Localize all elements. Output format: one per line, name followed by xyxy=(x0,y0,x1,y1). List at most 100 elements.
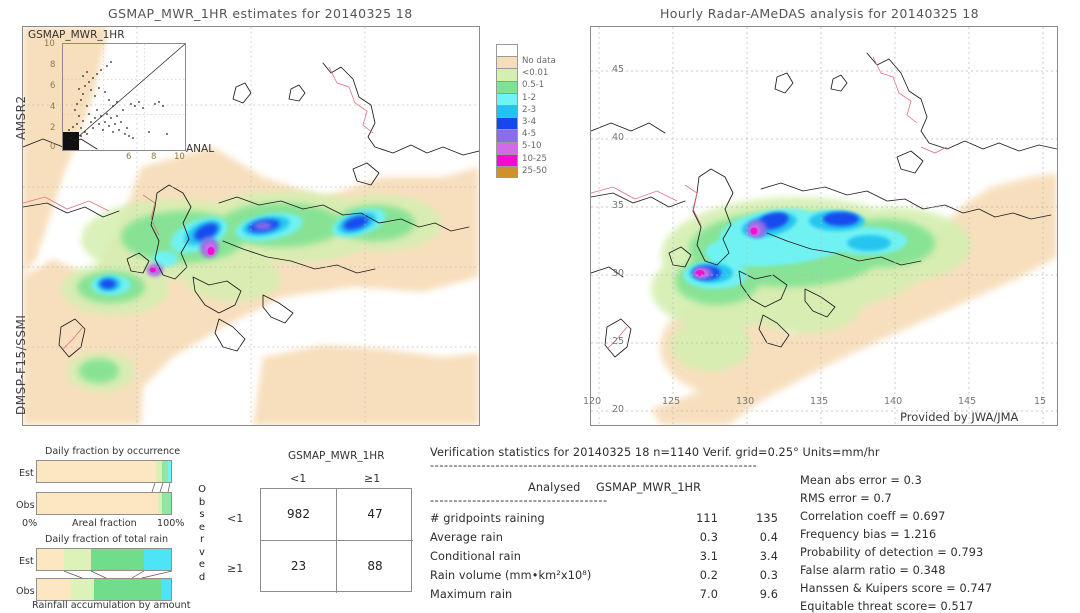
data-credit: Provided by JWA/JMA xyxy=(900,410,1019,424)
occurrence-row-label-obs: Obs xyxy=(16,500,35,511)
totalrain-caption: Rainfall accumulation by amount xyxy=(32,600,191,611)
verification-divider-top: ----------------------------------------… xyxy=(430,459,758,472)
verification-row-analysed-4: 7.0 xyxy=(699,588,718,601)
contingency-col-header-ge1: ≥1 xyxy=(364,472,381,485)
verification-col-header-estimate: GSMAP_MWR_1HR xyxy=(596,481,702,494)
lat-tick-35: 35 xyxy=(612,200,625,211)
legend-label-2-3: 2-3 xyxy=(522,104,537,115)
verification-row-estimate-2: 3.4 xyxy=(759,550,778,563)
occurrence-row-label-est: Est xyxy=(19,468,34,479)
side-label-letter-O: O xyxy=(198,484,206,495)
legend-swatch-2 xyxy=(496,68,518,81)
scatter-ytick-10: 10 xyxy=(44,39,55,49)
right-map-canvas xyxy=(591,27,1057,425)
verification-col-header-analysed: Analysed xyxy=(528,481,581,494)
legend-label-3-4: 3-4 xyxy=(522,117,537,127)
scatter-ytick-4: 4 xyxy=(50,102,56,112)
verification-divider-mid: -------------------------------------- xyxy=(430,494,608,507)
legend-swatch-7 xyxy=(496,129,518,142)
tr-obs-seg-0 xyxy=(37,579,71,600)
verification-row-label-4: Maximum rain xyxy=(430,588,513,601)
verification-header: Verification statistics for 20140325 18 … xyxy=(430,446,880,459)
score-false-alarm-ratio: False alarm ratio = 0.348 xyxy=(800,564,946,577)
scatter-ytick-2: 2 xyxy=(50,123,56,133)
tr-obs-seg-2 xyxy=(93,579,161,600)
side-label-letter-e2: e xyxy=(198,559,206,570)
sensor-label-amsr2: AMSR2 xyxy=(14,95,28,140)
score-probability-of-detection: Probability of detection = 0.793 xyxy=(800,546,984,559)
scatter-inset-xlabel: ANAL xyxy=(186,143,215,155)
verification-row-label-0: # gridpoints raining xyxy=(430,512,545,525)
legend-swatch-9 xyxy=(496,153,518,166)
totalrain-row-label-est: Est xyxy=(19,556,34,567)
legend-swatch-0 xyxy=(496,44,518,57)
score-rms-error: RMS error = 0.7 xyxy=(800,492,892,505)
legend-label-5-10: 5-10 xyxy=(522,141,542,152)
lon-tick-130: 130 xyxy=(736,396,755,407)
legend-swatch-10 xyxy=(496,165,518,179)
occ-est-seg-2 xyxy=(161,461,169,482)
side-label-letter-d: d xyxy=(198,571,206,583)
totalrain-connectors xyxy=(63,571,173,579)
legend-label-lt001: <0.01 xyxy=(522,68,549,79)
occurrence-axis-right: 100% xyxy=(157,518,185,529)
legend-swatch-3 xyxy=(496,80,518,93)
score-mean-abs-error: Mean abs error = 0.3 xyxy=(800,474,922,487)
verification-row-label-3: Rain volume (mm•km²x10⁸) xyxy=(430,569,592,582)
occurrence-axis-left: 0% xyxy=(22,518,38,529)
lat-tick-30: 30 xyxy=(612,268,625,279)
verification-row-estimate-3: 0.3 xyxy=(759,569,778,582)
scatter-inset[interactable]: GSMAP_MWR_1HR 10 8 6 4 2 0 6 8 10 xyxy=(24,28,189,162)
verification-row-analysed-0: 111 xyxy=(696,512,718,525)
lat-tick-40: 40 xyxy=(612,132,625,143)
side-label-letter-v: v xyxy=(199,546,205,558)
totalrain-bar-obs[interactable] xyxy=(36,578,172,601)
legend-label-no-data: No data xyxy=(522,56,556,66)
contingency-side-label: O b s e r v e d xyxy=(196,484,208,584)
contingency-vline xyxy=(336,489,337,593)
contingency-row-header-ge1: ≥1 xyxy=(227,562,244,575)
legend-label-1-2: 1-2 xyxy=(522,92,537,103)
occurrence-axis-center: Areal fraction xyxy=(72,518,137,529)
occurrence-connectors xyxy=(151,483,171,493)
score-hanssen-kuipers: Hanssen & Kuipers score = 0.747 xyxy=(800,582,993,595)
sensor-label-dmsp: DMSP-F15/SSMI xyxy=(14,314,28,415)
occ-obs-seg-2 xyxy=(162,493,171,514)
legend-swatch-5 xyxy=(496,104,518,118)
score-correlation-coeff: Correlation coeff = 0.697 xyxy=(800,510,946,523)
verification-row-estimate-4: 9.6 xyxy=(759,588,778,601)
occurrence-bar-est[interactable] xyxy=(36,460,172,483)
contingency-table[interactable]: 982 47 23 88 xyxy=(260,488,413,593)
scatter-ytick-6: 6 xyxy=(50,81,56,91)
scatter-ytick-8: 8 xyxy=(50,60,56,70)
scatter-points xyxy=(63,44,185,150)
occ-est-seg-3 xyxy=(168,461,171,482)
legend-label-10-25: 10-25 xyxy=(522,153,547,164)
contingency-title: GSMAP_MWR_1HR xyxy=(288,450,385,462)
tr-est-seg-0 xyxy=(37,549,64,570)
occ-obs-seg-0 xyxy=(37,493,158,514)
legend-swatch-4 xyxy=(496,92,518,105)
legend-swatch-1 xyxy=(496,56,518,69)
right-panel-title: Hourly Radar-AMeDAS analysis for 2014032… xyxy=(660,6,979,21)
tr-obs-seg-1 xyxy=(70,579,94,600)
scatter-xtick-10: 10 xyxy=(174,152,185,162)
scatter-xtick-6: 6 xyxy=(126,152,132,162)
scatter-xtick-8: 8 xyxy=(151,152,157,162)
lon-tick-125: 125 xyxy=(662,396,681,407)
verification-row-analysed-2: 3.1 xyxy=(699,550,718,563)
lon-tick-140: 140 xyxy=(884,396,903,407)
lon-tick-135: 135 xyxy=(810,396,829,407)
legend-label-4-5: 4-5 xyxy=(522,129,537,140)
totalrain-row-label-obs: Obs xyxy=(16,586,35,597)
right-map[interactable] xyxy=(590,26,1058,426)
verification-row-estimate-0: 135 xyxy=(756,512,778,525)
precipitation-legend: No data <0.01 0.5-1 1-2 2-3 3-4 4-5 5-10… xyxy=(496,44,576,184)
totalrain-bar-est[interactable] xyxy=(36,548,172,571)
occurrence-bar-obs[interactable] xyxy=(36,492,172,515)
verification-row-label-2: Conditional rain xyxy=(430,550,522,563)
tr-est-seg-1 xyxy=(63,549,91,570)
left-panel-title: GSMAP_MWR_1HR estimates for 20140325 18 xyxy=(108,6,413,21)
side-label-letter-b: b xyxy=(198,496,206,508)
tr-est-seg-3 xyxy=(144,549,171,570)
